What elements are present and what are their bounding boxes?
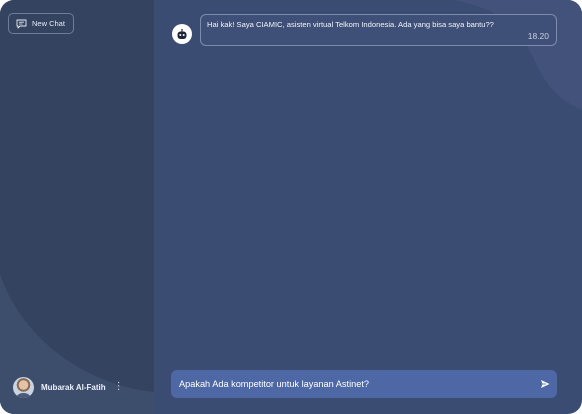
user-profile[interactable]: Mubarak Al-Fatih ⋮ [13,376,143,398]
bot-message-bubble: Hai kak! Saya CIAMIC, asisten virtual Te… [200,14,557,46]
kebab-menu-icon[interactable]: ⋮ [114,382,124,392]
send-icon[interactable] [540,379,550,389]
bot-avatar [172,24,192,44]
new-chat-label: New Chat [32,19,65,28]
main-background-shape [454,0,582,110]
robot-icon [177,28,187,39]
new-chat-button[interactable]: New Chat [8,13,74,34]
avatar [13,376,34,398]
message-input[interactable]: Apakah Ada kompetitor untuk layanan Asti… [171,370,557,398]
chat-bubble-icon [16,19,27,28]
chat-app-window: New Chat Mubarak Al-Fatih ⋮ Hai kak! Say… [0,0,582,414]
message-timestamp: 18.20 [527,31,549,41]
chat-main: Hai kak! Saya CIAMIC, asisten virtual Te… [154,0,582,414]
user-name: Mubarak Al-Fatih [41,382,106,392]
bot-message-text: Hai kak! Saya CIAMIC, asisten virtual Te… [207,20,494,29]
message-input-value[interactable]: Apakah Ada kompetitor untuk layanan Asti… [179,370,369,398]
sidebar: New Chat Mubarak Al-Fatih ⋮ [0,0,154,414]
